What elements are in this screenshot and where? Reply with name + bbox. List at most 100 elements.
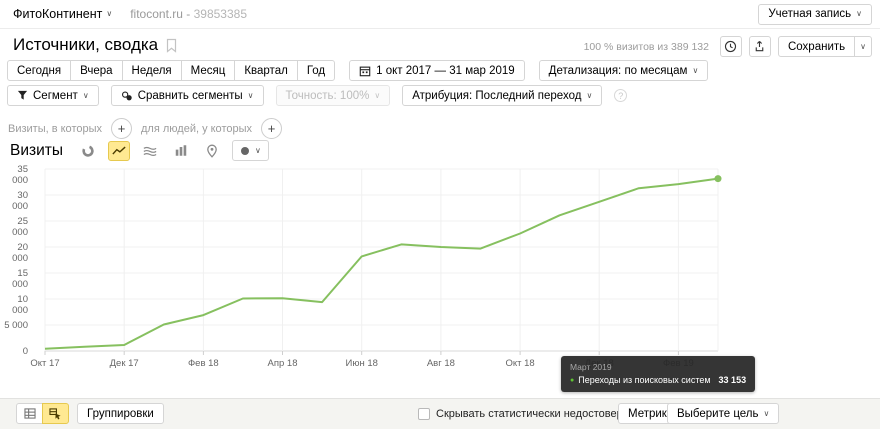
x-axis-label: Авг 18 (411, 358, 471, 369)
compare-segments-button[interactable]: Сравнить сегменты ∨ (111, 85, 264, 106)
pie-chart-icon (81, 144, 95, 158)
preset-week[interactable]: Неделя (122, 60, 182, 81)
table-view-toggle-group (16, 403, 69, 424)
groupings-button[interactable]: Группировки (77, 403, 164, 424)
schedule-button[interactable] (720, 36, 742, 57)
preset-yesterday[interactable]: Вчера (70, 60, 122, 81)
export-button[interactable] (749, 36, 771, 57)
chart-type-columns-button[interactable] (170, 141, 192, 161)
period-bar: Сегодня Вчера Неделя Месяц Квартал Год 1… (7, 60, 708, 81)
drilldown-view-button[interactable] (42, 403, 69, 424)
account-button-label: Учетная запись (768, 8, 851, 20)
preset-month[interactable]: Месяц (181, 60, 236, 81)
y-axis-label: 15 000 (0, 268, 28, 290)
hide-unreliable-checkbox[interactable] (418, 408, 430, 420)
period-preset-group: Сегодня Вчера Неделя Месяц Квартал Год (7, 60, 335, 81)
chart-tooltip: Март 2019 ● Переходы из поисковых систем… (561, 356, 755, 392)
chevron-down-icon: ∨ (374, 92, 380, 100)
y-axis-label: 30 000 (0, 190, 28, 212)
segment-bar: Сегмент ∨ Сравнить сегменты ∨ Точность: … (7, 85, 627, 106)
y-axis-label: 0 (0, 346, 28, 357)
series-bullet-icon: ● (570, 377, 574, 384)
page-title: Источники, сводка (13, 35, 158, 55)
detail-level-button[interactable]: Детализация: по месяцам ∨ (539, 60, 709, 81)
preset-today[interactable]: Сегодня (7, 60, 71, 81)
metric-dot-icon (240, 146, 250, 156)
chart-type-map-button[interactable] (201, 141, 223, 161)
accuracy-label: Точность: 100% (286, 90, 370, 102)
y-axis-label: 35 000 (0, 164, 28, 186)
chevron-down-icon: ∨ (856, 10, 862, 18)
counter-name-label: ФитоКонтинент (13, 7, 102, 21)
counter-id: 39853385 (194, 7, 247, 21)
table-icon (24, 408, 36, 419)
bookmark-icon[interactable] (165, 38, 178, 53)
x-axis-label: Июн 18 (332, 358, 392, 369)
chevron-down-icon: ∨ (106, 10, 112, 18)
save-button[interactable]: Сохранить (778, 36, 855, 57)
columns-chart-icon (174, 144, 188, 157)
tooltip-series-label: Переходы из поисковых систем (578, 375, 710, 385)
counter-separator: - (186, 7, 190, 21)
x-axis-label: Окт 18 (490, 358, 550, 369)
metrica-report-page: ФитоКонтинент ∨ fitocont.ru - 39853385 У… (0, 0, 880, 429)
tooltip-date: Март 2019 (570, 362, 746, 372)
chevron-down-icon: ∨ (764, 410, 770, 418)
counter-domain: fitocont.ru (130, 7, 183, 21)
chart-canvas[interactable] (0, 165, 880, 375)
people-filter-label: для людей, у которых (141, 123, 252, 135)
x-axis-label: Фев 18 (173, 358, 233, 369)
visits-filter-label: Визиты, в которых (8, 123, 102, 135)
y-axis-label: 20 000 (0, 242, 28, 264)
account-button[interactable]: Учетная запись ∨ (758, 4, 872, 25)
funnel-icon (17, 90, 28, 101)
save-dropdown-button[interactable]: ∨ (854, 36, 872, 57)
segment-button[interactable]: Сегмент ∨ (7, 85, 99, 106)
chevron-down-icon: ∨ (83, 92, 89, 100)
attribution-help-icon[interactable]: ? (614, 89, 627, 102)
line-chart-icon (112, 145, 126, 157)
plus-icon: + (118, 121, 126, 136)
add-people-condition-button[interactable]: + (261, 118, 282, 139)
chart-type-stacked-button[interactable] (139, 141, 161, 161)
y-axis-label: 10 000 (0, 294, 28, 316)
y-axis-label: 5 000 (0, 320, 28, 331)
plus-icon: + (268, 121, 276, 136)
bottom-bar: Группировки Скрывать статистически недос… (0, 398, 880, 429)
export-icon (753, 40, 766, 53)
chart-metric-dropdown[interactable]: ∨ (232, 140, 269, 161)
choose-goal-label: Выберите цель (677, 408, 759, 420)
y-axis-label: 25 000 (0, 216, 28, 238)
table-view-button[interactable] (16, 403, 43, 424)
chevron-down-icon: ∨ (860, 43, 866, 51)
add-visit-condition-button[interactable]: + (111, 118, 132, 139)
preset-quarter[interactable]: Квартал (234, 60, 297, 81)
visits-summary: 100 % визитов из 389 132 (584, 41, 709, 53)
save-button-label: Сохранить (788, 41, 845, 53)
stacked-lines-icon (143, 145, 157, 157)
chevron-down-icon: ∨ (255, 147, 261, 155)
pivot-cursor-icon (49, 408, 62, 420)
choose-goal-button[interactable]: Выберите цель ∨ (667, 403, 779, 424)
attribution-button[interactable]: Атрибуция: Последний переход ∨ (402, 85, 602, 106)
preset-year[interactable]: Год (297, 60, 335, 81)
chevron-down-icon: ∨ (692, 67, 698, 75)
detail-level-label: Детализация: по месяцам (549, 65, 688, 77)
chart-type-pie-button[interactable] (77, 141, 99, 161)
date-range-button[interactable]: 1 окт 2017 — 31 мар 2019 (349, 60, 525, 81)
tooltip-value: 33 153 (719, 375, 747, 385)
top-bar: ФитоКонтинент ∨ fitocont.ru - 39853385 У… (0, 0, 880, 29)
chart-type-line-button[interactable] (108, 141, 130, 161)
compare-segments-icon (121, 90, 133, 102)
counter-switcher[interactable]: ФитоКонтинент ∨ (13, 7, 112, 21)
x-axis-label: Окт 17 (15, 358, 75, 369)
calendar-icon (359, 65, 371, 77)
filter-builder-row: Визиты, в которых + для людей, у которых… (8, 118, 282, 139)
header-actions: 100 % визитов из 389 132 Сохранить ∨ (584, 36, 872, 57)
chevron-down-icon: ∨ (586, 92, 592, 100)
counter-meta: fitocont.ru - 39853385 (130, 7, 247, 21)
chart-title: Визиты (10, 142, 63, 160)
x-axis-label: Дек 17 (94, 358, 154, 369)
chart-area: Март 2019 ● Переходы из поисковых систем… (0, 165, 880, 375)
accuracy-button[interactable]: Точность: 100% ∨ (276, 85, 391, 106)
